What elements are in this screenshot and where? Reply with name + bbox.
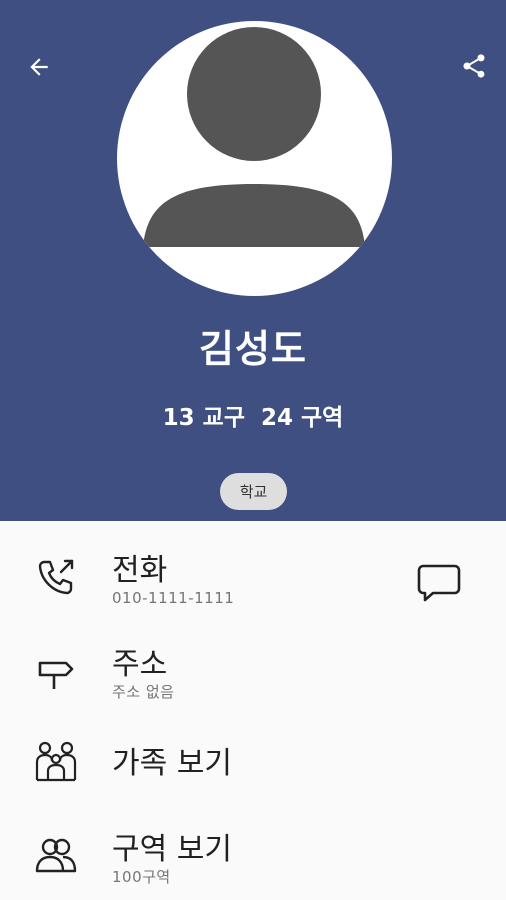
phone-call-icon (30, 551, 82, 603)
district-row[interactable]: 구역 보기 100구역 (0, 806, 506, 900)
phone-number: 010-1111-1111 (112, 589, 235, 607)
contact-name: 김성도 (199, 327, 307, 371)
contact-detail-screen: 김성도 13 교구 24 구역 학교 전화 010-1111-1111 주소 주… (0, 0, 506, 900)
family-icon (30, 735, 82, 787)
family-title: 가족 보기 (112, 746, 232, 781)
profile-header: 김성도 13 교구 24 구역 학교 (0, 0, 506, 521)
message-button[interactable] (412, 556, 466, 610)
arrow-back-icon (30, 58, 48, 76)
person-placeholder-icon (143, 27, 365, 247)
signpost-icon (30, 645, 82, 697)
address-row[interactable]: 주소 주소 없음 (0, 621, 506, 716)
phone-title: 전화 (112, 553, 168, 588)
district-value: 100구역 (112, 868, 171, 886)
district-title: 구역 보기 (112, 832, 232, 867)
phone-row[interactable]: 전화 010-1111-1111 (0, 521, 506, 621)
contact-action-list: 전화 010-1111-1111 주소 주소 없음 가족 보기 구역 보기 10… (0, 521, 506, 900)
tag-chip[interactable]: 학교 (220, 473, 287, 510)
back-button[interactable] (22, 50, 56, 84)
family-row[interactable]: 가족 보기 (0, 716, 506, 806)
group-icon (30, 830, 82, 882)
district-info: 13 교구 24 구역 (162, 405, 344, 431)
avatar[interactable] (117, 21, 392, 296)
chat-bubble-icon (417, 564, 461, 602)
address-title: 주소 (112, 647, 168, 682)
address-value: 주소 없음 (112, 683, 175, 701)
share-icon (463, 54, 485, 78)
share-button[interactable] (456, 48, 492, 84)
